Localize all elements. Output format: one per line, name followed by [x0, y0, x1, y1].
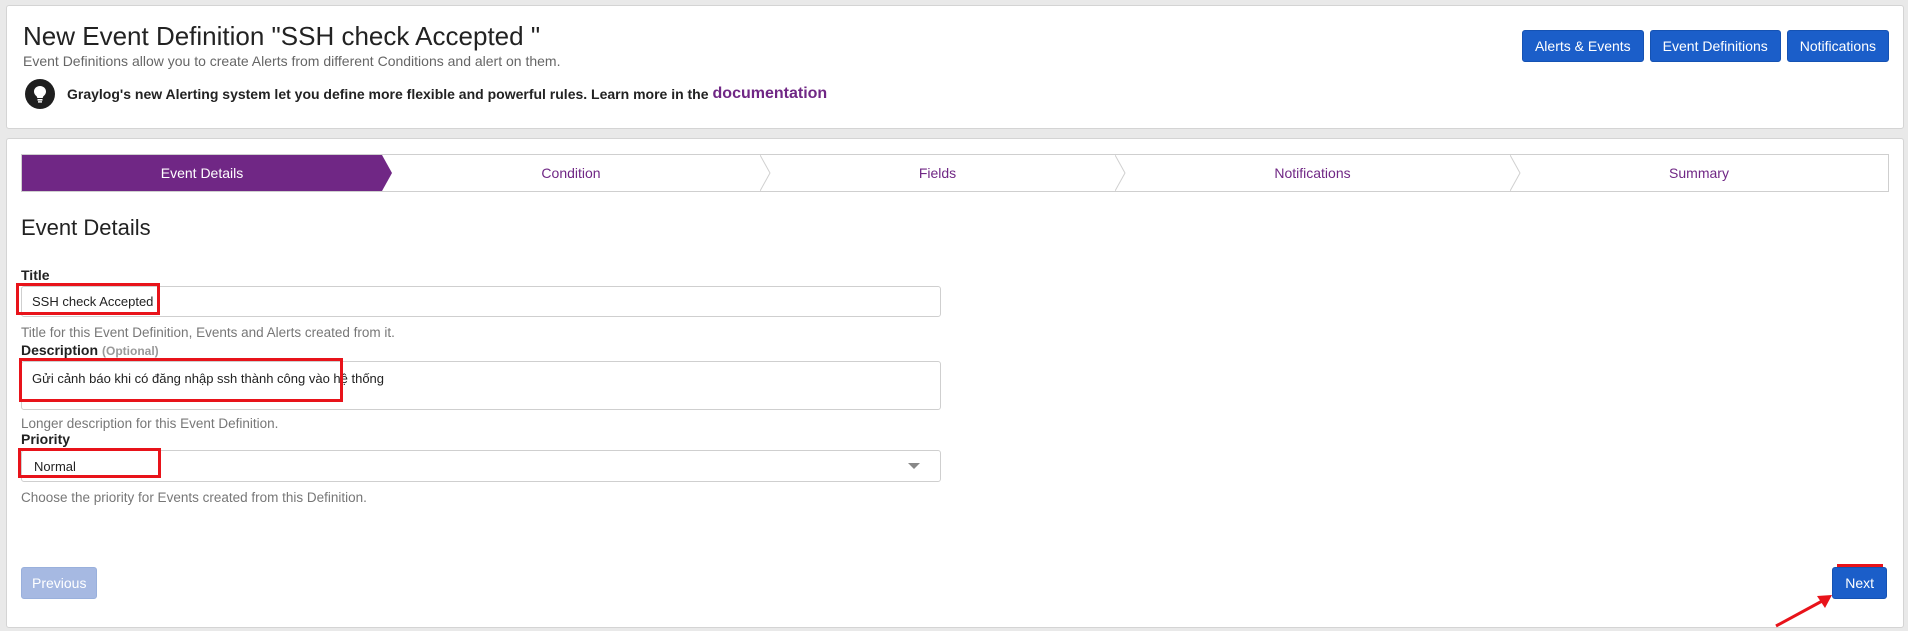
previous-button[interactable]: Previous: [21, 567, 98, 599]
event-definitions-button[interactable]: Event Definitions: [1649, 30, 1781, 62]
alerts-events-button[interactable]: Alerts & Events: [1521, 30, 1644, 62]
step-label: Event Details: [160, 165, 244, 181]
section-title: Event Details: [21, 215, 151, 240]
title-input[interactable]: [21, 286, 941, 317]
step-condition[interactable]: Condition: [382, 155, 760, 191]
step-separator-icon: [1115, 155, 1126, 191]
description-help: Longer description for this Event Defini…: [21, 416, 279, 431]
tip-text: Graylog's new Alerting system let you de…: [67, 86, 709, 102]
step-label: Condition: [541, 165, 601, 181]
main-panel: Event Details Condition Fields Notificat…: [6, 138, 1904, 628]
priority-selected-value: Normal: [34, 458, 76, 474]
step-separator-icon: [760, 155, 771, 191]
description-textarea[interactable]: Gửi cảnh báo khi có đăng nhập ssh thành …: [21, 361, 941, 410]
red-arrow-icon: [1775, 595, 1832, 628]
notifications-button[interactable]: Notifications: [1786, 30, 1889, 62]
next-button[interactable]: Next: [1832, 567, 1887, 599]
step-fields[interactable]: Fields: [760, 155, 1115, 191]
step-label: Notifications: [1274, 165, 1351, 181]
step-separator-icon: [1510, 155, 1521, 191]
step-label: Summary: [1669, 165, 1729, 181]
step-label: Fields: [918, 165, 957, 181]
title-label: Title: [21, 267, 50, 283]
title-help: Title for this Event Definition, Events …: [21, 325, 395, 340]
optional-tag: (Optional): [102, 344, 159, 358]
header-panel: New Event Definition "SSH check Accepted…: [6, 5, 1904, 129]
lightbulb-icon: [25, 79, 55, 109]
description-label-text: Description: [21, 342, 99, 358]
step-notifications[interactable]: Notifications: [1115, 155, 1510, 191]
alerting-tip: Graylog's new Alerting system let you de…: [25, 79, 827, 109]
priority-select[interactable]: Normal: [21, 450, 941, 482]
priority-label: Priority: [21, 431, 71, 447]
page-title: New Event Definition "SSH check Accepted…: [23, 21, 541, 51]
step-summary[interactable]: Summary: [1510, 155, 1888, 191]
wizard-steps: Event Details Condition Fields Notificat…: [21, 154, 1889, 192]
priority-help: Choose the priority for Events created f…: [21, 490, 367, 505]
description-label: Description (Optional): [21, 342, 159, 358]
page-subtitle: Event Definitions allow you to create Al…: [23, 53, 561, 69]
documentation-link[interactable]: documentation: [713, 85, 828, 103]
select-caret-icon: [908, 463, 920, 469]
step-event-details[interactable]: Event Details: [22, 155, 392, 191]
header-button-group: Alerts & Events Event Definitions Notifi…: [1521, 30, 1889, 62]
